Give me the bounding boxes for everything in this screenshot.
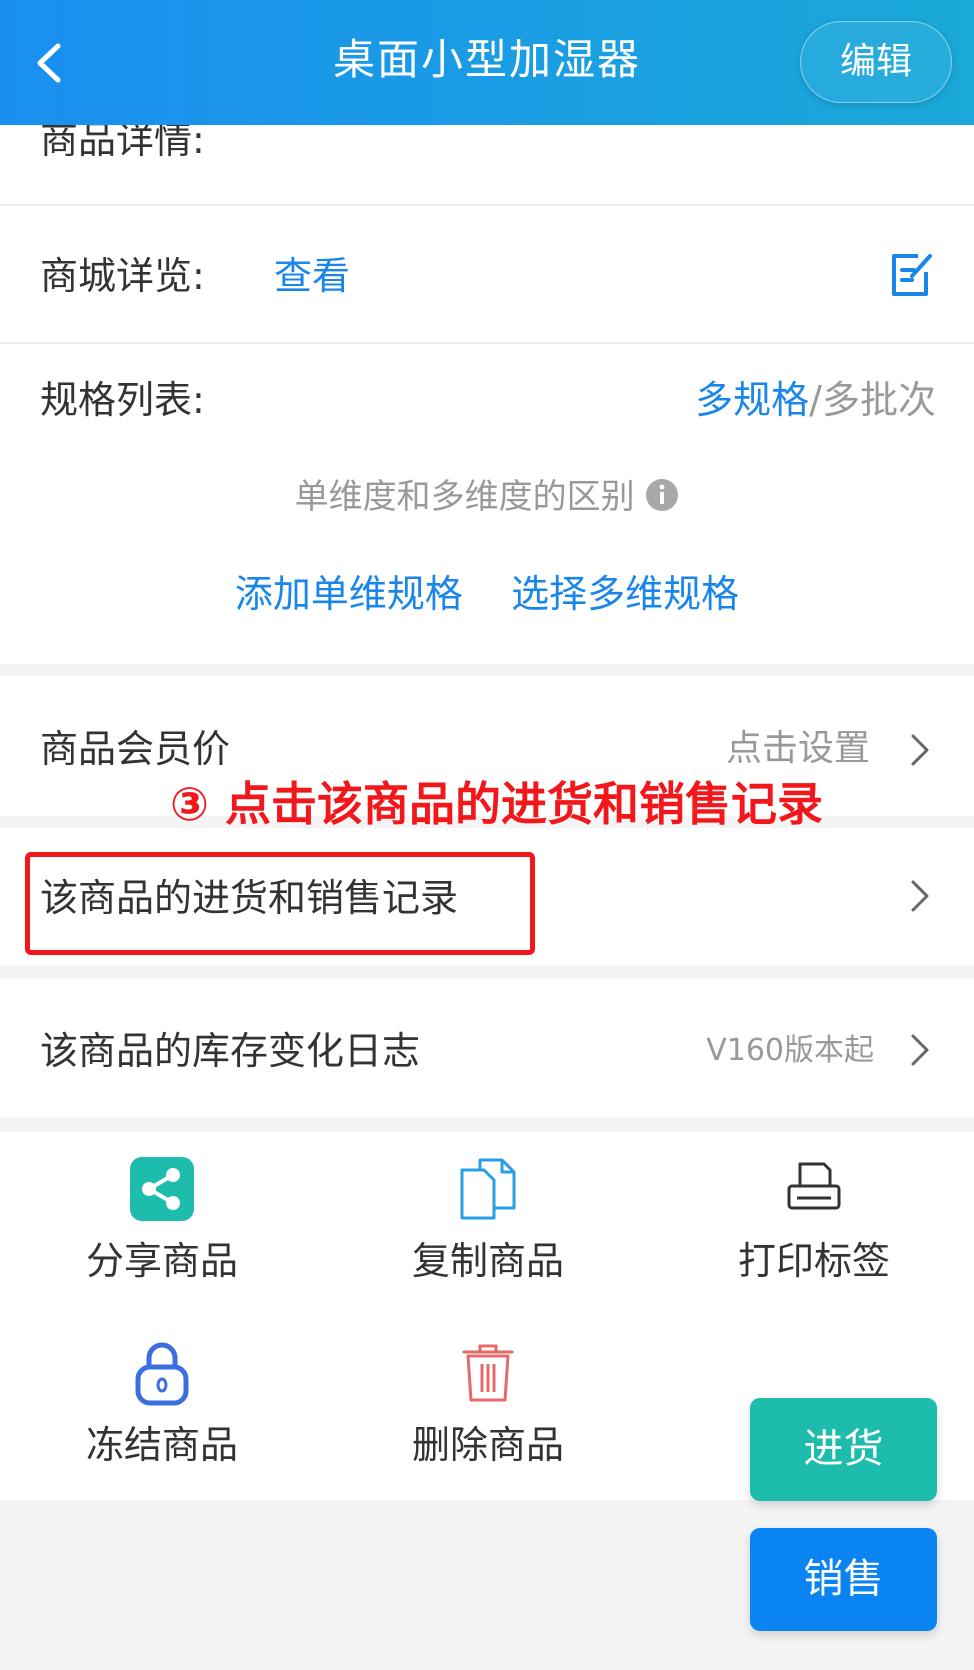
spec-list-label: 规格列表: bbox=[40, 378, 205, 422]
delete-product-label: 删除商品 bbox=[411, 1423, 564, 1467]
copy-product-label: 复制商品 bbox=[411, 1239, 564, 1283]
add-single-spec-button[interactable]: 添加单维规格 bbox=[235, 572, 463, 616]
freeze-product-button[interactable]: 冻结商品 bbox=[62, 1340, 262, 1470]
lock-icon bbox=[135, 1342, 189, 1406]
print-label-button[interactable]: 打印标签 bbox=[714, 1156, 914, 1286]
print-label-label: 打印标签 bbox=[737, 1239, 890, 1283]
spec-section: 规格列表: 多规格/多批次 单维度和多维度的区别 添加单维规格 选择多维规格 bbox=[0, 344, 974, 664]
annotation-text: ③ 点击该商品的进货和销售记录 bbox=[170, 777, 823, 831]
member-price-value: 点击设置 bbox=[725, 728, 870, 769]
edit-note-icon[interactable] bbox=[888, 250, 934, 300]
multi-spec-option[interactable]: 多规格 bbox=[695, 378, 809, 422]
stock-log-version: V160版本起 bbox=[706, 1033, 874, 1068]
app-header: 桌面小型加湿器 编辑 bbox=[0, 0, 974, 125]
copy-icon bbox=[460, 1158, 516, 1220]
member-price-label: 商品会员价 bbox=[40, 727, 231, 771]
chevron-right-icon bbox=[911, 734, 929, 766]
chevron-right-icon bbox=[911, 1034, 929, 1066]
printer-icon bbox=[787, 1162, 841, 1210]
spec-actions: 添加单维规格 选择多维规格 bbox=[0, 569, 974, 619]
spec-separator: / bbox=[809, 378, 822, 422]
share-product-button[interactable]: 分享商品 bbox=[62, 1156, 262, 1286]
multi-batch-option[interactable]: 多批次 bbox=[822, 378, 936, 422]
stock-log-row[interactable]: 该商品的库存变化日志 V160版本起 bbox=[0, 978, 974, 1118]
purchase-button[interactable]: 进货 bbox=[750, 1398, 937, 1501]
freeze-product-label: 冻结商品 bbox=[85, 1423, 238, 1467]
mall-detail-label: 商城详览: bbox=[40, 254, 205, 298]
trash-icon bbox=[462, 1344, 514, 1402]
info-icon bbox=[646, 479, 679, 511]
sale-button[interactable]: 销售 bbox=[750, 1528, 937, 1631]
select-multi-spec-button[interactable]: 选择多维规格 bbox=[511, 572, 739, 616]
copy-product-button[interactable]: 复制商品 bbox=[388, 1156, 588, 1286]
spec-mode-toggle: 多规格/多批次 bbox=[695, 375, 936, 425]
highlight-box bbox=[25, 852, 535, 955]
share-icon bbox=[130, 1157, 194, 1221]
edit-button[interactable]: 编辑 bbox=[800, 21, 952, 103]
mall-detail-row: 商城详览: 查看 bbox=[0, 206, 974, 342]
mall-view-link[interactable]: 查看 bbox=[274, 251, 350, 301]
delete-product-button[interactable]: 删除商品 bbox=[388, 1340, 588, 1470]
dimension-hint-text: 单维度和多维度的区别 bbox=[294, 477, 635, 517]
dimension-hint[interactable]: 单维度和多维度的区别 bbox=[0, 474, 974, 520]
share-product-label: 分享商品 bbox=[85, 1239, 238, 1283]
chevron-right-icon bbox=[911, 880, 929, 912]
stock-log-label: 该商品的库存变化日志 bbox=[40, 1029, 421, 1073]
